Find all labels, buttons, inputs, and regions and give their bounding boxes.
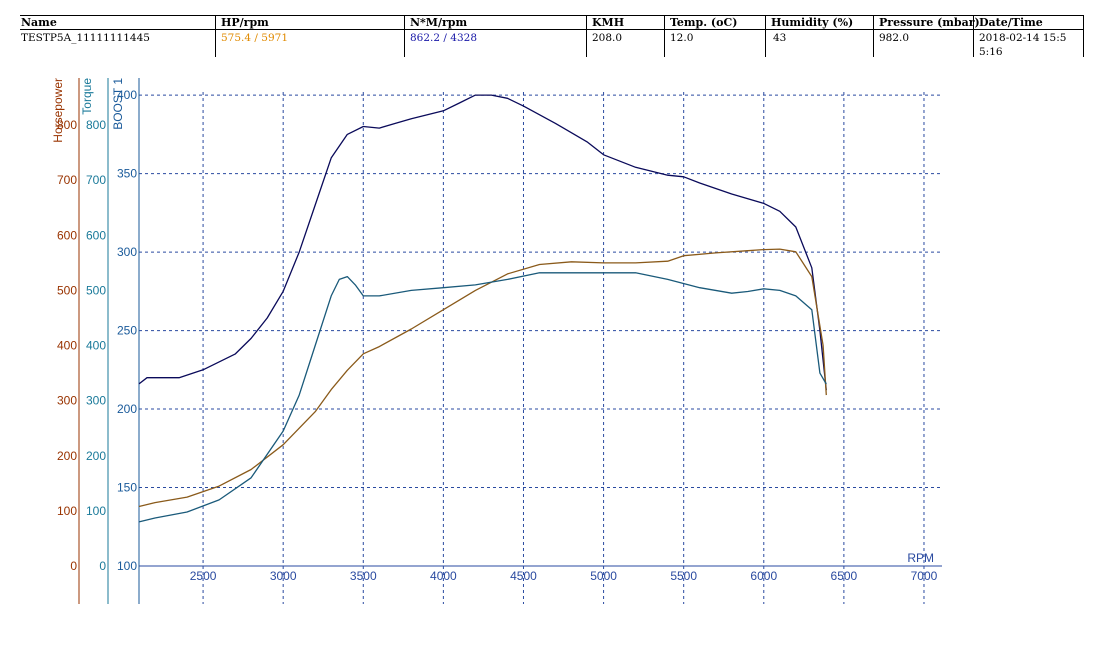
y-tick-label: 0 xyxy=(70,559,77,573)
y-tick-label: 150 xyxy=(117,481,137,495)
y-tick-label: 500 xyxy=(57,283,77,297)
y-tick-label: 600 xyxy=(57,228,77,242)
x-tick-label: 7000 xyxy=(911,569,938,583)
dyno-chart: Horsepower Torque BOOST 1 0 100 200 300 400 500… xyxy=(51,78,942,604)
y-tick-label: 800 xyxy=(86,118,106,132)
y-tick-label: 100 xyxy=(117,559,137,573)
x-tick-label: 3000 xyxy=(270,569,297,583)
y-tick-label: 100 xyxy=(86,504,106,518)
series-line-2 xyxy=(138,272,827,523)
y-tick-label: 500 xyxy=(86,283,106,297)
y-tick-label: 250 xyxy=(117,324,137,338)
x-tick-label: 2500 xyxy=(190,569,217,583)
y-tick-label: 0 xyxy=(99,559,106,573)
y-tick-label: 100 xyxy=(57,504,77,518)
y-tick-label: 300 xyxy=(117,245,137,259)
y-tick-label: 200 xyxy=(86,449,106,463)
chart-ticks: 0 100 200 300 400 500 600 700 800 0 100 200 300 400 50… xyxy=(57,88,938,583)
y-tick-label: 300 xyxy=(57,394,77,408)
y-tick-label: 300 xyxy=(86,394,106,408)
x-tick-label: 6000 xyxy=(750,569,777,583)
x-tick-label: 4000 xyxy=(430,569,457,583)
y-tick-label: 700 xyxy=(57,173,77,187)
x-tick-label: 5500 xyxy=(670,569,697,583)
y-tick-label: 400 xyxy=(57,339,77,353)
axis-title-0: Horsepower xyxy=(51,78,65,143)
series-line-1 xyxy=(138,248,827,508)
series-line-0 xyxy=(138,94,827,391)
chart-grid xyxy=(139,92,940,604)
y-tick-label: 600 xyxy=(86,228,106,242)
y-tick-label: 700 xyxy=(86,173,106,187)
x-tick-label: 3500 xyxy=(350,569,377,583)
x-tick-label: 6500 xyxy=(831,569,858,583)
chart-axes: Horsepower Torque BOOST 1 xyxy=(51,78,942,604)
axis-title-1: Torque xyxy=(80,78,94,115)
y-tick-label: 350 xyxy=(117,167,137,181)
y-tick-label: 800 xyxy=(57,118,77,132)
x-tick-label: 4500 xyxy=(510,569,537,583)
y-tick-label: 400 xyxy=(117,88,137,102)
axis-title-2: BOOST 1 xyxy=(111,78,125,130)
y-tick-label: 400 xyxy=(86,339,106,353)
y-tick-label: 200 xyxy=(117,402,137,416)
chart-series xyxy=(138,94,827,523)
x-axis-title: RPM xyxy=(907,551,934,565)
y-tick-label: 200 xyxy=(57,449,77,463)
x-tick-label: 5000 xyxy=(590,569,617,583)
